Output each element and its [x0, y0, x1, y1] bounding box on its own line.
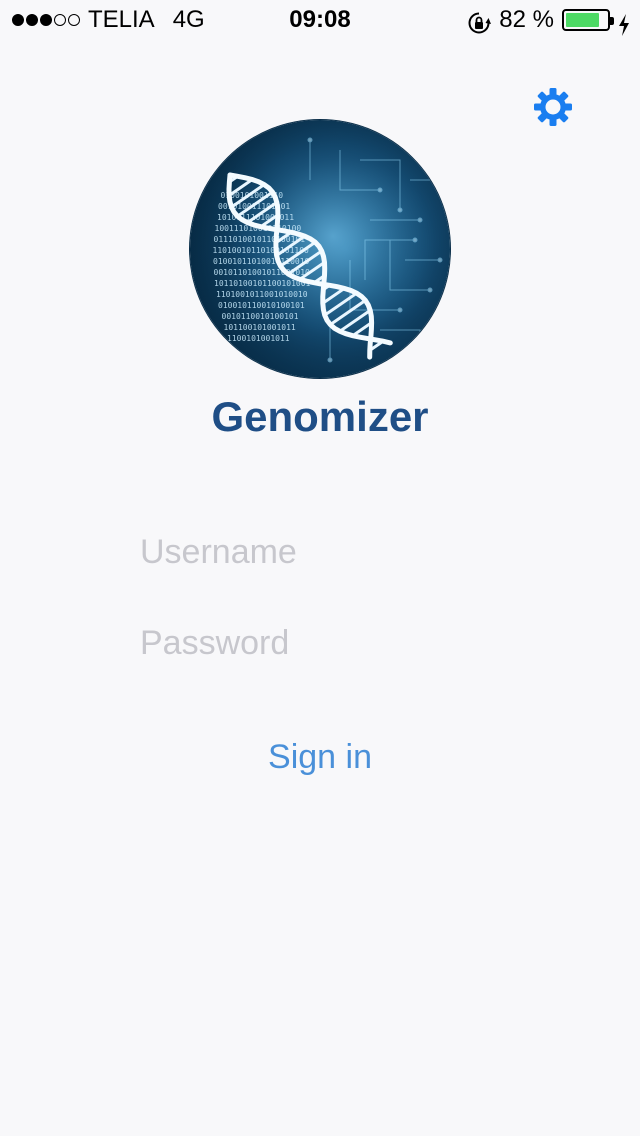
svg-text:11010010110100101100: 11010010110100101100: [213, 246, 310, 255]
network-type: 4G: [172, 6, 205, 33]
svg-text:0010110010100101: 0010110010100101: [222, 312, 299, 321]
battery-nub: [610, 17, 614, 25]
battery-icon: [562, 9, 614, 31]
signal-strength-icon: [12, 14, 80, 26]
svg-text:1101001011001010010: 1101001011001010010: [216, 290, 308, 299]
signal-dot: [26, 14, 38, 26]
status-left: TELIA 4G: [12, 0, 205, 40]
app-logo: 0100101001110001010011101001101001110100…: [190, 120, 450, 378]
svg-text:0111010010110100101: 0111010010110100101: [214, 235, 306, 244]
login-screen: TELIA 4G 09:08 82 % 0100101001110 100111…: [0, 0, 640, 1136]
charging-bolt-icon: [618, 9, 630, 36]
svg-text:1100101001011: 1100101001011: [227, 334, 290, 343]
svg-text:010010110010100101: 010010110010100101: [218, 301, 305, 310]
username-field[interactable]: [140, 522, 500, 582]
battery-percent: 82 %: [499, 6, 554, 33]
carrier-name: TELIA: [88, 6, 155, 33]
signal-dot: [40, 14, 52, 26]
password-field[interactable]: [140, 613, 500, 673]
gear-icon: [534, 88, 572, 126]
settings-button[interactable]: [532, 86, 574, 128]
signal-dot: [68, 14, 80, 26]
battery-fill: [566, 13, 599, 27]
sign-in-button[interactable]: Sign in: [0, 738, 640, 777]
rotation-lock-icon: [467, 8, 492, 34]
svg-text:101100101001011: 101100101001011: [224, 323, 296, 332]
status-right: 82 %: [467, 0, 630, 40]
svg-text:01001011010010110010: 01001011010010110010: [213, 257, 310, 266]
dna-binary-logo-icon: 0100101001110001010011101001101001110100…: [190, 120, 450, 378]
signal-dot: [12, 14, 24, 26]
status-bar: TELIA 4G 09:08 82 %: [0, 0, 640, 40]
signal-dot: [54, 14, 66, 26]
app-title: Genomizer: [211, 393, 429, 440]
